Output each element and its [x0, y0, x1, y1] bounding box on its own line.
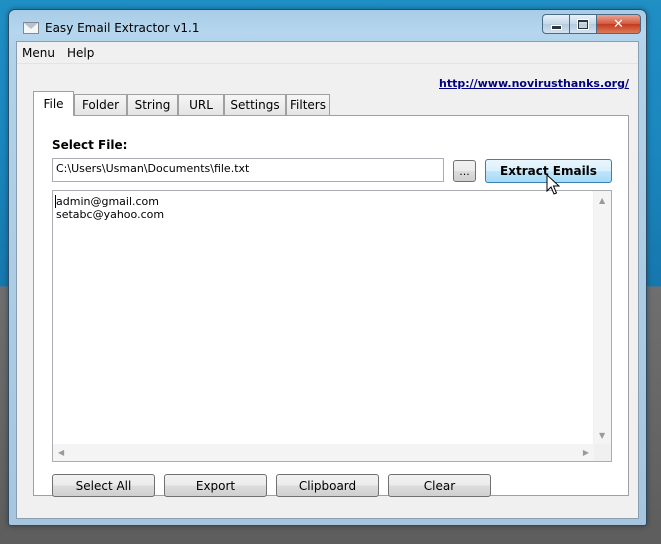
export-button[interactable]: Export: [164, 474, 267, 497]
results-list: admin@gmail.com setabc@yahoo.com: [56, 195, 164, 221]
tab-url[interactable]: URL: [178, 94, 224, 115]
clipboard-button[interactable]: Clipboard: [276, 474, 379, 497]
scroll-right-arrow-icon[interactable]: ▶: [583, 449, 589, 457]
tab-folder[interactable]: Folder: [74, 94, 127, 115]
select-all-button[interactable]: Select All: [52, 474, 155, 497]
tab-file[interactable]: File: [33, 91, 74, 116]
result-email: setabc@yahoo.com: [56, 208, 165, 221]
horizontal-scrollbar[interactable]: ◀ ▶: [53, 444, 594, 461]
scroll-left-arrow-icon[interactable]: ◀: [58, 449, 64, 457]
close-icon: ✕: [613, 16, 624, 32]
tab-string[interactable]: String: [127, 94, 178, 115]
app-window: Easy Email Extractor v1.1 ✕ Menu Help ht…: [8, 9, 647, 526]
results-textarea[interactable]: admin@gmail.com setabc@yahoo.com ▲ ▼ ◀ ▶: [52, 190, 612, 462]
browse-button[interactable]: ...: [453, 160, 476, 182]
clear-button[interactable]: Clear: [388, 474, 491, 497]
website-link[interactable]: http://www.novirusthanks.org/: [439, 77, 629, 90]
scrollbar-corner: [594, 444, 611, 461]
envelope-icon: [23, 22, 39, 34]
window-title: Easy Email Extractor v1.1: [45, 21, 200, 35]
tab-settings[interactable]: Settings: [224, 94, 286, 115]
close-button[interactable]: ✕: [596, 14, 641, 34]
maximize-icon: [578, 19, 588, 29]
client-area: Menu Help http://www.novirusthanks.org/ …: [16, 41, 639, 519]
select-file-label: Select File:: [52, 138, 128, 152]
menu-bar: Menu Help: [17, 42, 638, 64]
file-tab-panel: Select File: C:\Users\Usman\Documents\fi…: [33, 115, 629, 497]
window-controls: ✕: [542, 14, 641, 34]
tab-filters[interactable]: Filters: [286, 94, 330, 115]
mouse-cursor-icon: [546, 174, 560, 195]
result-email: admin@gmail.com: [56, 195, 160, 208]
vertical-scrollbar[interactable]: ▲ ▼: [593, 191, 611, 445]
minimize-icon: [550, 24, 562, 30]
maximize-button[interactable]: [569, 14, 596, 34]
scroll-up-arrow-icon[interactable]: ▲: [599, 197, 605, 205]
menu-item-help[interactable]: Help: [67, 46, 94, 60]
menu-item-menu[interactable]: Menu: [22, 46, 55, 60]
scroll-down-arrow-icon[interactable]: ▼: [599, 432, 605, 440]
file-path-input[interactable]: C:\Users\Usman\Documents\file.txt: [52, 158, 444, 182]
title-bar[interactable]: Easy Email Extractor v1.1 ✕: [9, 10, 646, 41]
minimize-button[interactable]: [542, 14, 569, 34]
